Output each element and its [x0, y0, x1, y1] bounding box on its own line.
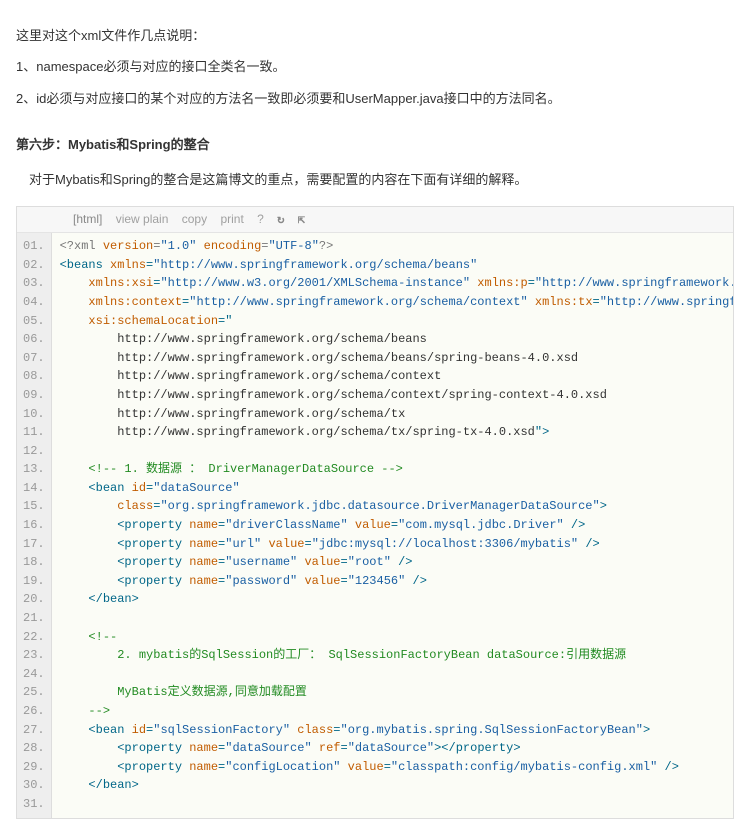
toolbar-print[interactable]: print [220, 212, 243, 226]
code-toolbar: [html] view plain copy print ? ↻ ⇱ [17, 207, 733, 233]
code-line: MyBatis定义数据源,同意加载配置 [60, 683, 725, 702]
line-number: 29. [23, 758, 45, 777]
expand-icon[interactable]: ⇱ [298, 212, 305, 227]
line-number: 03. [23, 274, 45, 293]
code-body: 01.02.03.04.05.06.07.08.09.10.11.12.13.1… [17, 233, 733, 817]
line-number: 04. [23, 293, 45, 312]
line-number: 10. [23, 405, 45, 424]
code-line: xmlns:context="http://www.springframewor… [60, 293, 725, 312]
code-line: <bean id="dataSource" [60, 479, 725, 498]
code-line: 2. mybatis的SqlSession的工厂： SqlSessionFact… [60, 646, 725, 665]
code-line: </bean> [60, 590, 725, 609]
code-lines: <?xml version="1.0" encoding="UTF-8"?><b… [52, 233, 733, 817]
line-number: 07. [23, 349, 45, 368]
line-number: 02. [23, 256, 45, 275]
code-line: http://www.springframework.org/schema/be… [60, 330, 725, 349]
code-line: <property name="username" value="root" /… [60, 553, 725, 572]
code-line [60, 665, 725, 684]
line-number: 11. [23, 423, 45, 442]
line-number: 21. [23, 609, 45, 628]
code-line [60, 442, 725, 461]
code-line: <!-- 1. 数据源 ： DriverManagerDataSource --… [60, 460, 725, 479]
code-line: http://www.springframework.org/schema/tx… [60, 423, 725, 442]
toolbar-view-plain[interactable]: view plain [116, 212, 169, 226]
code-line: xsi:schemaLocation=" [60, 312, 725, 331]
code-line: xmlns:xsi="http://www.w3.org/2001/XMLSch… [60, 274, 725, 293]
code-line [60, 795, 725, 814]
toolbar-copy[interactable]: copy [182, 212, 207, 226]
line-number: 27. [23, 721, 45, 740]
code-line: http://www.springframework.org/schema/tx [60, 405, 725, 424]
code-line: http://www.springframework.org/schema/co… [60, 386, 725, 405]
code-line: class="org.springframework.jdbc.datasour… [60, 497, 725, 516]
code-line: <?xml version="1.0" encoding="UTF-8"?> [60, 237, 725, 256]
line-number: 16. [23, 516, 45, 535]
toolbar-language: [html] [73, 212, 102, 226]
code-line: <property name="configLocation" value="c… [60, 758, 725, 777]
code-line: <!-- [60, 628, 725, 647]
line-number: 12. [23, 442, 45, 461]
code-line: <beans xmlns="http://www.springframework… [60, 256, 725, 275]
line-number: 05. [23, 312, 45, 331]
line-number: 28. [23, 739, 45, 758]
explanation-block: 这里对这个xml文件作几点说明： 1、namespace必须与对应的接口全类名一… [16, 24, 734, 110]
line-number: 01. [23, 237, 45, 256]
code-line: <property name="password" value="123456"… [60, 572, 725, 591]
line-number: 15. [23, 497, 45, 516]
line-number: 17. [23, 535, 45, 554]
step-description: 对于Mybatis和Spring的整合是这篇博文的重点，需要配置的内容在下面有详… [16, 169, 734, 188]
intro-line-3: 2、id必须与对应接口的某个对应的方法名一致即必须要和UserMapper.ja… [16, 87, 734, 110]
code-line: </bean> [60, 776, 725, 795]
code-line: <property name="url" value="jdbc:mysql:/… [60, 535, 725, 554]
intro-line-2: 1、namespace必须与对应的接口全类名一致。 [16, 55, 734, 78]
code-line: http://www.springframework.org/schema/be… [60, 349, 725, 368]
line-number: 09. [23, 386, 45, 405]
line-number: 22. [23, 628, 45, 647]
code-block: [html] view plain copy print ? ↻ ⇱ 01.02… [16, 206, 734, 818]
toolbar-help[interactable]: ? [257, 212, 264, 226]
line-number: 19. [23, 572, 45, 591]
line-number: 24. [23, 665, 45, 684]
line-number: 08. [23, 367, 45, 386]
line-number: 30. [23, 776, 45, 795]
line-number: 13. [23, 460, 45, 479]
line-number: 26. [23, 702, 45, 721]
line-number: 25. [23, 683, 45, 702]
intro-line-1: 这里对这个xml文件作几点说明： [16, 24, 734, 47]
line-number: 14. [23, 479, 45, 498]
line-number: 20. [23, 590, 45, 609]
line-number: 23. [23, 646, 45, 665]
line-number: 06. [23, 330, 45, 349]
code-line [60, 609, 725, 628]
step-title: 第六步：Mybatis和Spring的整合 [16, 134, 734, 153]
code-line: http://www.springframework.org/schema/co… [60, 367, 725, 386]
code-line: <property name="dataSource" ref="dataSou… [60, 739, 725, 758]
code-line: <bean id="sqlSessionFactory" class="org.… [60, 721, 725, 740]
line-number: 31. [23, 795, 45, 814]
code-line: --> [60, 702, 725, 721]
line-number-gutter: 01.02.03.04.05.06.07.08.09.10.11.12.13.1… [17, 233, 52, 817]
line-number: 18. [23, 553, 45, 572]
refresh-icon[interactable]: ↻ [277, 212, 284, 227]
code-line: <property name="driverClassName" value="… [60, 516, 725, 535]
